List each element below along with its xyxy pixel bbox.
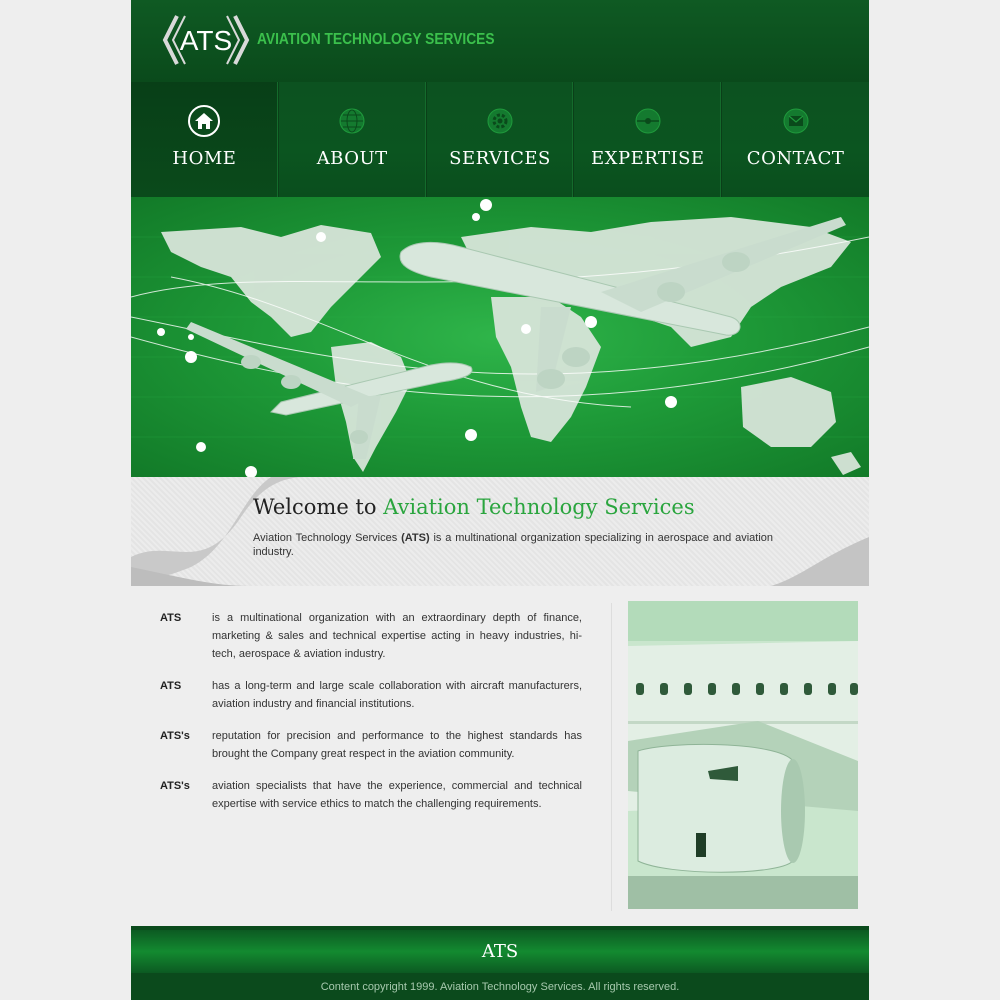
aircraft-photo <box>628 601 858 909</box>
welcome-text: Aviation Technology Services (ATS) is a … <box>253 531 773 559</box>
target-icon <box>631 104 665 138</box>
small-airplane-graphic <box>186 322 473 459</box>
welcome-title: Welcome to Aviation Technology Services <box>253 495 695 519</box>
ats-logo-mark: ATS <box>162 15 250 65</box>
list-item-text: has a long-term and large scale collabor… <box>212 680 582 710</box>
hero-banner <box>131 197 869 477</box>
list-item: ATS's reputation for precision and perfo… <box>160 727 582 763</box>
main-nav: HOME ABOUT SERVICES EXPERTISE CONTACT <box>131 82 869 197</box>
nav-item-expertise[interactable]: EXPERTISE <box>574 82 723 197</box>
nav-item-services[interactable]: SERVICES <box>427 82 575 197</box>
mail-icon <box>779 104 813 138</box>
list-item-key: ATS's <box>160 780 190 792</box>
nav-label-contact: CONTACT <box>746 148 845 169</box>
list-item-text: aviation specialists that have the exper… <box>212 780 582 810</box>
hero-world-map-illustration <box>131 199 869 477</box>
page: ATS AVIATION TECHNOLOGY SERVICES HOME AB… <box>131 0 869 1000</box>
logo[interactable]: ATS AVIATION TECHNOLOGY SERVICES <box>161 12 533 68</box>
footer-title: ATS <box>481 941 519 962</box>
about-list: ATS is a multinational organization with… <box>160 609 582 827</box>
list-item-key: ATS <box>160 612 182 624</box>
home-icon <box>187 104 221 138</box>
gear-icon <box>483 104 517 138</box>
footer-band: ATS <box>131 926 869 973</box>
nav-label-expertise: EXPERTISE <box>591 148 705 169</box>
nav-label-home: HOME <box>172 148 237 169</box>
list-item-text: reputation for precision and performance… <box>212 730 582 760</box>
footer-copyright: Content copyright 1999. Aviation Technol… <box>131 973 869 1000</box>
logo-text: ATS <box>180 25 232 56</box>
welcome-text-before: Aviation Technology Services <box>253 532 402 544</box>
welcome-title-accent: Aviation Technology Services <box>383 495 695 519</box>
nav-item-about[interactable]: ABOUT <box>279 82 427 197</box>
header: ATS AVIATION TECHNOLOGY SERVICES <box>131 0 869 82</box>
nav-label-about: ABOUT <box>316 148 388 169</box>
list-item: ATS's aviation specialists that have the… <box>160 777 582 813</box>
list-item-text: is a multinational organization with an … <box>212 612 582 660</box>
list-item-key: ATS's <box>160 730 190 742</box>
welcome-text-bold: (ATS) <box>401 532 430 544</box>
list-item: ATS is a multinational organization with… <box>160 609 582 663</box>
globe-icon <box>335 104 369 138</box>
nav-item-home[interactable]: HOME <box>131 82 279 197</box>
content-divider <box>611 603 612 911</box>
welcome-title-prefix: Welcome to <box>253 495 384 519</box>
list-item-key: ATS <box>160 680 182 692</box>
nav-label-services: SERVICES <box>449 148 551 169</box>
nav-item-contact[interactable]: CONTACT <box>722 82 869 197</box>
list-item: ATS has a long-term and large scale coll… <box>160 677 582 713</box>
tagline: AVIATION TECHNOLOGY SERVICES <box>257 31 495 48</box>
welcome-section: Welcome to Aviation Technology Services … <box>131 477 869 586</box>
